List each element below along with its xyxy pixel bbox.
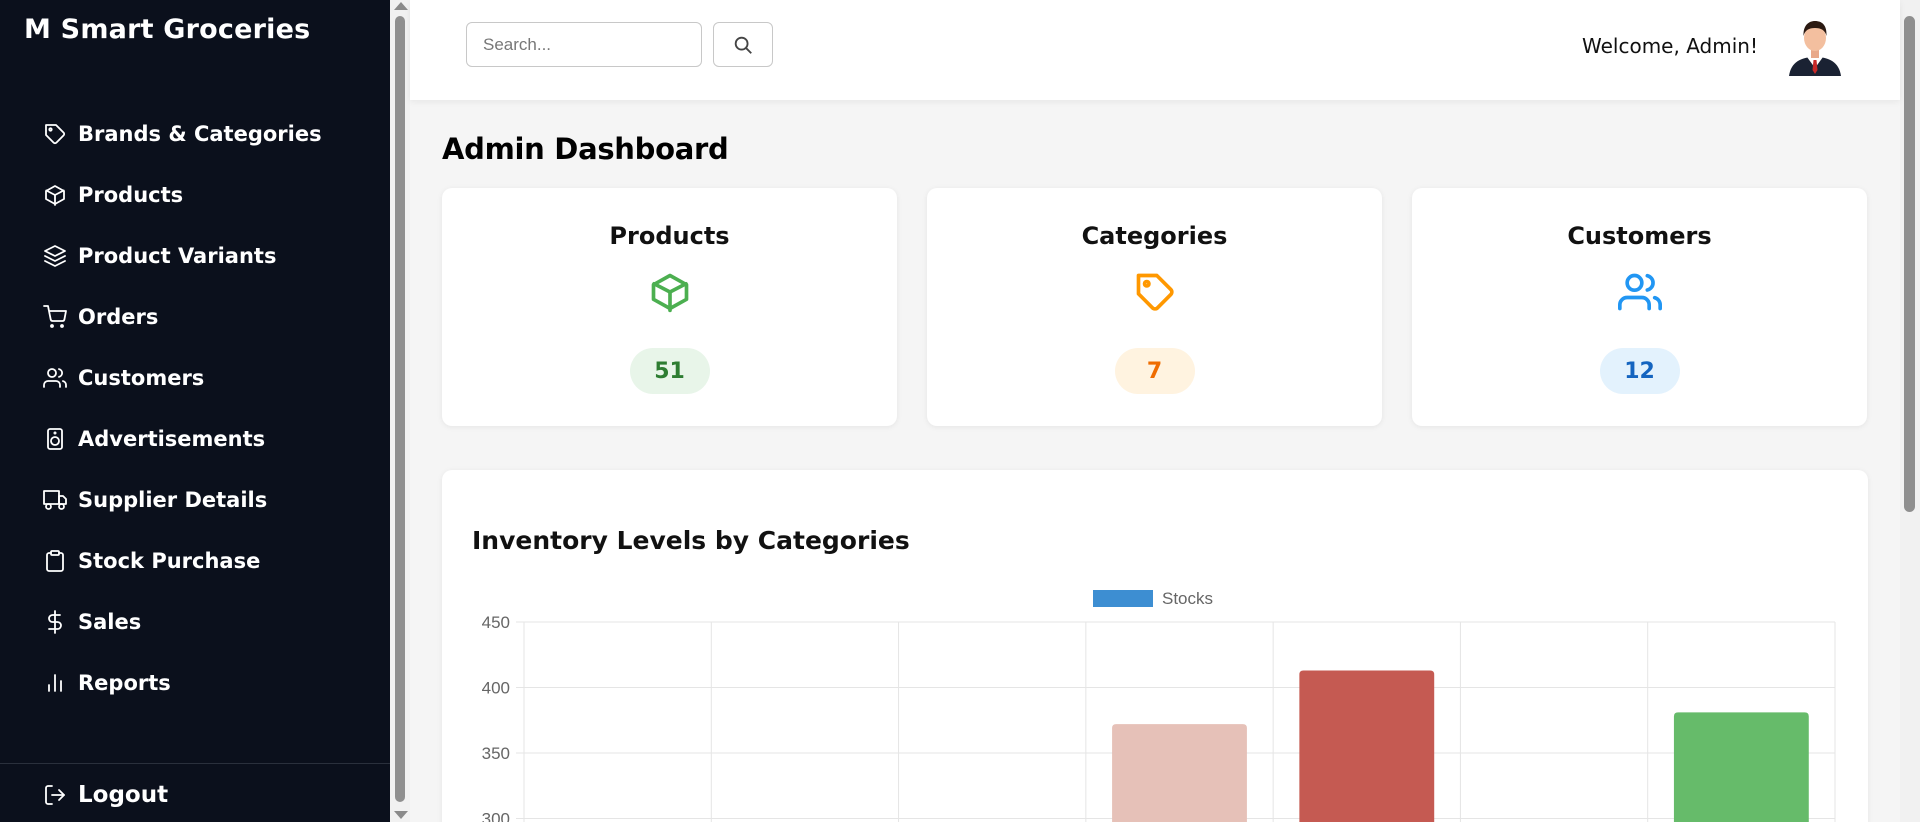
search-button[interactable]: [713, 22, 773, 67]
sidebar-item-label: Customers: [78, 365, 205, 390]
y-tick-label: 400: [482, 679, 510, 698]
scroll-up-arrow-icon[interactable]: [394, 2, 408, 10]
customers-stat-card[interactable]: Customers 12: [1412, 188, 1867, 426]
chart-bar: [1112, 724, 1247, 822]
scroll-down-arrow-icon[interactable]: [394, 811, 408, 819]
y-tick-label: 300: [482, 810, 510, 822]
search-icon: [734, 36, 752, 54]
users-icon: [42, 365, 68, 391]
logout-icon: [42, 782, 68, 808]
topbar: Welcome, Admin!: [410, 0, 1900, 100]
inventory-chart-card: Inventory Levels by Categories Stocks 450…: [442, 470, 1868, 822]
sidebar-divider: [0, 763, 390, 764]
sidebar-item-product-variants[interactable]: Product Variants: [0, 225, 390, 286]
sidebar-item-supplier-details[interactable]: Supplier Details: [0, 469, 390, 530]
page-scrollbar[interactable]: [1900, 0, 1920, 822]
count-badge: 12: [1599, 348, 1680, 394]
card-title: Products: [609, 222, 730, 250]
sidebar-nav: Brands & Categories Products Product Var…: [0, 103, 390, 713]
sidebar-item-label: Sales: [78, 609, 142, 634]
cart-icon: [42, 304, 68, 330]
page-title: Admin Dashboard: [442, 132, 729, 166]
bar-chart-icon: [42, 670, 68, 696]
sidebar-item-label: Advertisements: [78, 426, 266, 451]
box-icon: [648, 270, 692, 314]
sidebar-item-label: Orders: [78, 304, 159, 329]
sidebar-item-label: Brands & Categories: [78, 121, 322, 146]
sidebar-item-reports[interactable]: Reports: [0, 652, 390, 713]
sidebar: M Smart Groceries Brands & Categories Pr…: [0, 0, 390, 822]
sidebar-item-label: Supplier Details: [78, 487, 268, 512]
logout-label: Logout: [78, 781, 169, 808]
scrollbar-thumb[interactable]: [395, 16, 405, 802]
brand-title: M Smart Groceries: [24, 14, 311, 45]
chart-bar: [1299, 670, 1435, 822]
sidebar-item-sales[interactable]: Sales: [0, 591, 390, 652]
card-title: Categories: [1081, 222, 1228, 250]
sidebar-item-label: Product Variants: [78, 243, 277, 268]
clipboard-icon: [42, 548, 68, 574]
sidebar-item-brands-categories[interactable]: Brands & Categories: [0, 103, 390, 164]
tag-icon: [1133, 270, 1177, 314]
box-icon: [42, 182, 68, 208]
avatar[interactable]: [1785, 12, 1845, 76]
sidebar-item-label: Products: [78, 182, 184, 207]
inventory-bar-chart: Stocks 450 400 350 300: [482, 589, 1836, 822]
sidebar-scrollbar[interactable]: [390, 0, 410, 822]
sidebar-item-orders[interactable]: Orders: [0, 286, 390, 347]
users-icon: [1617, 270, 1662, 314]
layers-icon: [42, 243, 68, 269]
truck-icon: [42, 487, 68, 513]
sidebar-item-label: Reports: [78, 670, 171, 695]
welcome-text: Welcome, Admin!: [1582, 34, 1758, 58]
sidebar-item-stock-purchase[interactable]: Stock Purchase: [0, 530, 390, 591]
legend-swatch: [1093, 590, 1153, 607]
tag-icon: [42, 121, 68, 147]
count-badge: 7: [1114, 348, 1195, 394]
card-title: Customers: [1567, 222, 1712, 250]
dollar-icon: [42, 609, 68, 635]
categories-stat-card[interactable]: Categories 7: [927, 188, 1382, 426]
sidebar-item-label: Stock Purchase: [78, 548, 261, 573]
logout-button[interactable]: Logout: [0, 767, 390, 822]
count-badge: 51: [629, 348, 710, 394]
products-stat-card[interactable]: Products 51: [442, 188, 897, 426]
y-tick-label: 450: [482, 613, 510, 632]
legend-label: Stocks: [1162, 589, 1213, 608]
sidebar-item-advertisements[interactable]: Advertisements: [0, 408, 390, 469]
y-tick-label: 350: [482, 744, 510, 763]
sidebar-item-products[interactable]: Products: [0, 164, 390, 225]
speaker-icon: [42, 426, 68, 452]
search-input[interactable]: [466, 22, 702, 67]
sidebar-item-customers[interactable]: Customers: [0, 347, 390, 408]
scrollbar-thumb[interactable]: [1904, 16, 1915, 512]
chart-bar: [1673, 712, 1809, 822]
